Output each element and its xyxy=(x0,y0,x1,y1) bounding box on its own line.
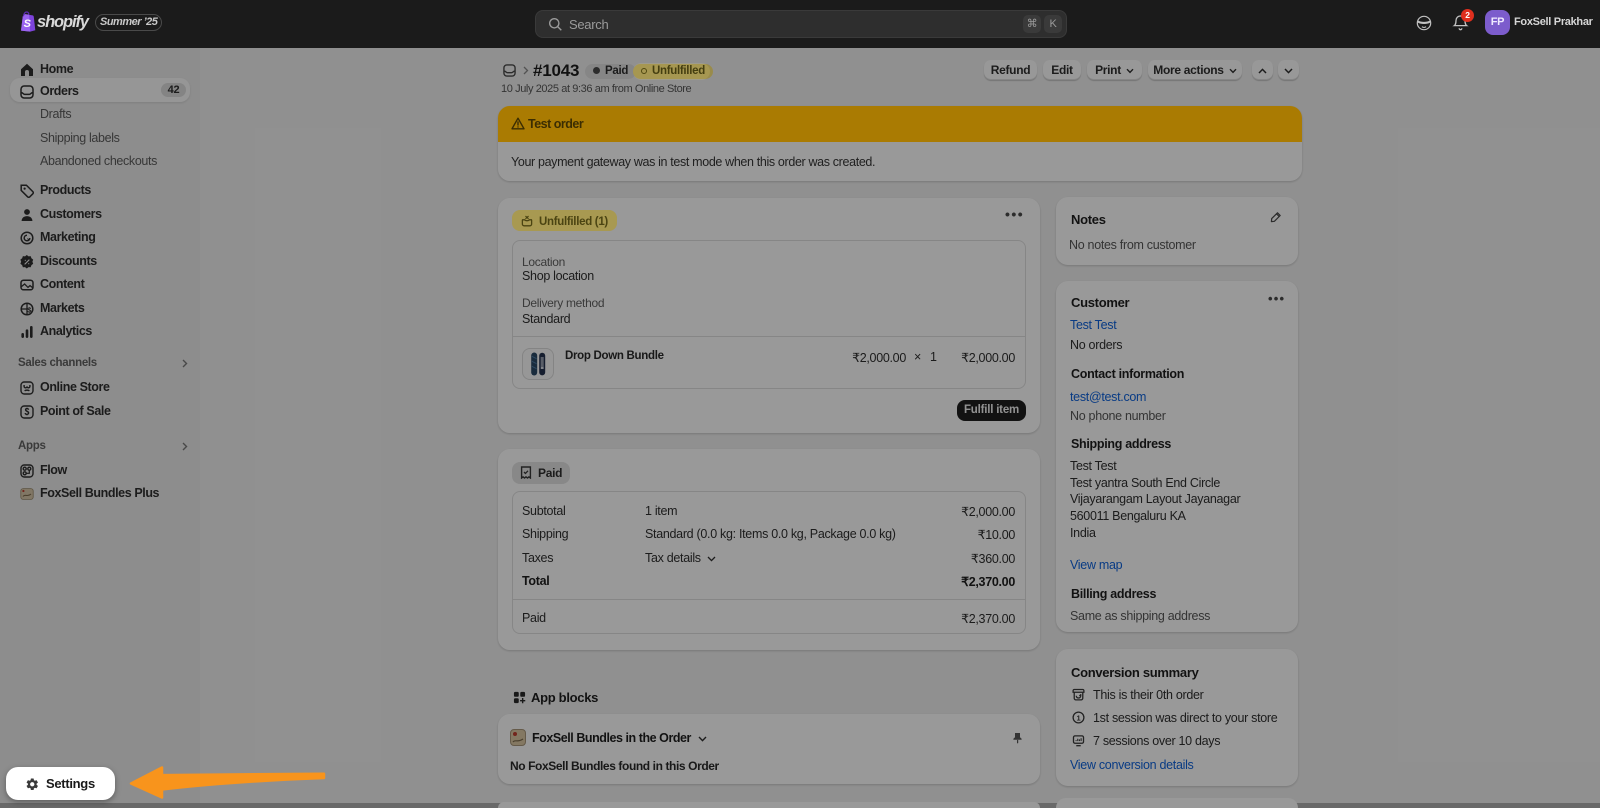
svg-text:S: S xyxy=(24,18,32,30)
